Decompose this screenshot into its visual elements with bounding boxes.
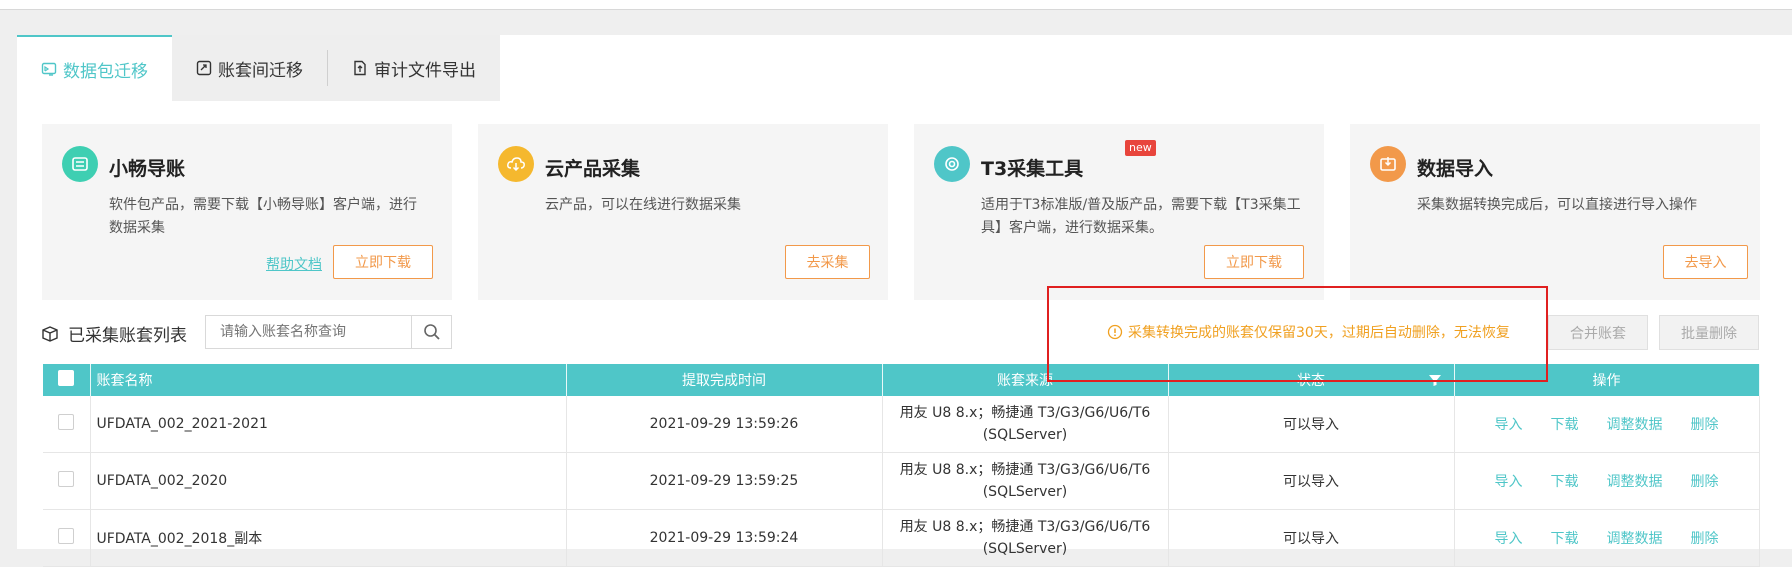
header-source: 账套来源 (882, 364, 1169, 396)
card-title: 小畅导账 (109, 158, 186, 180)
cell-name: UFDATA_002_2021-2021 (90, 396, 567, 453)
cell-time: 2021-09-29 13:59:25 (566, 452, 883, 510)
tab-audit-export[interactable]: 审计文件导出 (328, 35, 500, 101)
cell-source: 用友 U8 8.x；畅捷通 T3/G3/G6/U6/T6 (SQLServer) (882, 509, 1169, 567)
table-row: UFDATA_002_2021-2021 2021-09-29 13:59:26… (43, 396, 1760, 453)
card-desc: 适用于T3标准版/普及版产品，需要下载【T3采集工具】客户端，进行数据采集。 (981, 197, 1301, 236)
filter-icon[interactable] (1428, 373, 1442, 387)
cell-source: 用友 U8 8.x；畅捷通 T3/G3/G6/U6/T6 (SQLServer) (882, 396, 1169, 453)
row-checkbox[interactable] (58, 471, 75, 487)
import-link[interactable]: 导入 (1495, 414, 1523, 434)
retention-warning: 采集转换完成的账套仅保留30天，过期后自动删除，无法恢复 (1107, 322, 1510, 342)
cell-status: 可以导入 (1168, 396, 1455, 453)
header-status-label: 状态 (1297, 373, 1325, 389)
row-select-cell (43, 452, 91, 510)
header-status: 状态 (1168, 364, 1455, 396)
adjust-data-link[interactable]: 调整数据 (1607, 414, 1663, 434)
help-doc-link[interactable]: 帮助文档 (266, 254, 322, 274)
import-link[interactable]: 导入 (1495, 471, 1523, 491)
tab-label: 数据包迁移 (63, 61, 148, 82)
collect-button[interactable]: 去采集 (785, 245, 870, 279)
select-all-cell (43, 364, 91, 396)
cell-source: 用友 U8 8.x；畅捷通 T3/G3/G6/U6/T6 (SQLServer) (882, 452, 1169, 510)
card-import: 数据导入 采集数据转换完成后，可以直接进行导入操作 去导入 (1350, 124, 1760, 300)
select-all-checkbox[interactable] (58, 370, 75, 386)
adjust-data-link[interactable]: 调整数据 (1607, 471, 1663, 491)
delete-link[interactable]: 删除 (1691, 528, 1719, 548)
download-link[interactable]: 下载 (1551, 528, 1579, 548)
download-link[interactable]: 下载 (1551, 414, 1579, 434)
cloud-download-icon (498, 146, 534, 182)
tab-package-migrate[interactable]: 数据包迁移 (17, 35, 172, 101)
row-select-cell (43, 396, 91, 453)
card-t3: T3采集工具 new 适用于T3标准版/普及版产品，需要下载【T3采集工具】客户… (914, 124, 1324, 300)
cell-status: 可以导入 (1168, 509, 1455, 567)
tab-bar: 数据包迁移 账套间迁移 审计文件导出 (17, 35, 500, 101)
import-icon (1370, 146, 1406, 182)
card-cloud: 云产品采集 云产品，可以在线进行数据采集 去采集 (478, 124, 888, 300)
box-icon (40, 324, 60, 344)
card-title: 云产品采集 (545, 158, 641, 180)
card-title: 数据导入 (1417, 158, 1494, 180)
delete-link[interactable]: 删除 (1691, 471, 1719, 491)
header-ops: 操作 (1454, 364, 1760, 396)
header-name: 账套名称 (90, 364, 567, 396)
row-checkbox[interactable] (58, 414, 75, 430)
merge-button[interactable]: 合并账套 (1548, 315, 1648, 350)
package-migrate-icon (41, 61, 57, 77)
cell-time: 2021-09-29 13:59:26 (566, 396, 883, 453)
row-checkbox[interactable] (58, 528, 75, 544)
download-button[interactable]: 立即下载 (333, 245, 433, 279)
import-link[interactable]: 导入 (1495, 528, 1523, 548)
import-button[interactable]: 去导入 (1663, 245, 1748, 279)
row-select-cell (43, 509, 91, 567)
warning-icon (1107, 324, 1123, 340)
link-migrate-icon (196, 60, 212, 76)
account-table: 账套名称 提取完成时间 账套来源 状态 操作 UFDATA_002_2021-2… (43, 364, 1760, 567)
cell-ops: 导入 下载 调整数据 删除 (1454, 509, 1760, 567)
delete-link[interactable]: 删除 (1691, 414, 1719, 434)
cell-time: 2021-09-29 13:59:24 (566, 509, 883, 567)
search-box (205, 315, 452, 349)
card-desc: 软件包产品，需要下载【小畅导账】客户端，进行数据采集 (109, 197, 417, 236)
cell-ops: 导入 下载 调整数据 删除 (1454, 452, 1760, 510)
search-button[interactable] (411, 316, 451, 348)
tab-label: 账套间迁移 (218, 60, 303, 81)
list-title-text: 已采集账套列表 (68, 326, 187, 346)
tab-link-migrate[interactable]: 账套间迁移 (172, 35, 327, 101)
list-title: 已采集账套列表 (40, 321, 187, 346)
search-icon (423, 323, 441, 341)
cell-name: UFDATA_002_2018_副本 (90, 509, 567, 567)
table-row: UFDATA_002_2020 2021-09-29 13:59:25 用友 U… (43, 452, 1760, 510)
warning-text: 采集转换完成的账套仅保留30天，过期后自动删除，无法恢复 (1128, 325, 1510, 341)
card-title: T3采集工具 (981, 158, 1084, 180)
cell-name: UFDATA_002_2020 (90, 452, 567, 510)
card-desc: 采集数据转换完成后，可以直接进行导入操作 (1417, 197, 1697, 213)
cell-status: 可以导入 (1168, 452, 1455, 510)
new-badge: new (1125, 140, 1156, 156)
top-bar (0, 0, 1792, 10)
card-desc: 云产品，可以在线进行数据采集 (545, 197, 741, 213)
adjust-data-link[interactable]: 调整数据 (1607, 528, 1663, 548)
download-button[interactable]: 立即下载 (1204, 245, 1304, 279)
table-row: UFDATA_002_2018_副本 2021-09-29 13:59:24 用… (43, 509, 1760, 567)
file-export-icon (352, 60, 368, 76)
card-xiaochang: 小畅导账 软件包产品，需要下载【小畅导账】客户端，进行数据采集 帮助文档 立即下… (42, 124, 452, 300)
tab-label: 审计文件导出 (374, 60, 476, 81)
cell-ops: 导入 下载 调整数据 删除 (1454, 396, 1760, 453)
download-link[interactable]: 下载 (1551, 471, 1579, 491)
batch-delete-button[interactable]: 批量删除 (1659, 315, 1759, 350)
header-time: 提取完成时间 (566, 364, 883, 396)
table-header-row: 账套名称 提取完成时间 账套来源 状态 操作 (43, 364, 1760, 396)
transfer-icon (62, 146, 98, 182)
search-input[interactable] (206, 316, 411, 348)
gear-tool-icon (934, 146, 970, 182)
